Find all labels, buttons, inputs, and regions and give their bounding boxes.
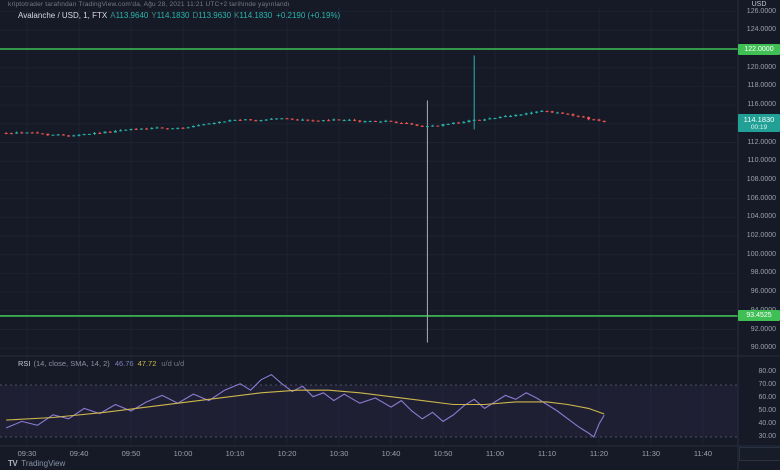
ohlc-value: 114.1830 bbox=[156, 11, 190, 20]
price-tick-label: 120.0000 bbox=[746, 63, 776, 71]
price-tick-label: 92.0000 bbox=[750, 325, 776, 333]
ohlc-value: 113.9630 bbox=[198, 11, 232, 20]
price-tick-label: 102.0000 bbox=[746, 232, 776, 239]
price-tick-label: 90.0000 bbox=[750, 344, 776, 352]
time-tick-label: 10:10 bbox=[225, 449, 245, 458]
ohlc-values: A113.9640 Y114.1830 D113.9630 K114.1830 bbox=[107, 11, 272, 20]
price-tick-label: 112.0000 bbox=[747, 138, 776, 146]
rsi-tick-label: 50.00 bbox=[758, 407, 776, 414]
symbol-title[interactable]: Avalanche / USD, 1, FTX bbox=[18, 11, 107, 20]
price-tick-label: 98.0000 bbox=[750, 269, 776, 277]
time-tick-label: 11:00 bbox=[485, 449, 505, 458]
price-tick-label: 100.0000 bbox=[746, 250, 776, 258]
change-value: +0.2190 (+0.19%) bbox=[276, 11, 341, 20]
publish-watermark: kriptotrader tarafından TradingView.com'… bbox=[8, 1, 290, 8]
rsi-band-values: u/d u/d bbox=[161, 359, 185, 368]
rsi-tick-label: 40.00 bbox=[758, 420, 776, 427]
price-tick-label: 116.0000 bbox=[747, 101, 776, 109]
price-tick-label: 96.0000 bbox=[750, 288, 776, 296]
time-tick-label: 10:40 bbox=[381, 449, 401, 458]
tradingview-logo-text: TradingView bbox=[21, 459, 66, 468]
price-tick-label: 110.0000 bbox=[747, 157, 776, 165]
price-tick-label: 106.0000 bbox=[746, 194, 776, 202]
price-tick-label: 124.0000 bbox=[746, 26, 776, 34]
rsi-band bbox=[0, 385, 738, 437]
last-price-tag: 114.1830 00:19 bbox=[738, 114, 780, 133]
alert-level-tag: 93.4525 bbox=[738, 310, 780, 322]
rsi-tick-label: 70.00 bbox=[758, 381, 776, 388]
axis-settings-box[interactable] bbox=[739, 447, 780, 461]
rsi-value: 46.76 bbox=[114, 359, 134, 368]
time-tick-label: 09:40 bbox=[69, 449, 89, 458]
time-tick-label: 10:20 bbox=[277, 449, 297, 458]
price-tick-label: 126.0000 bbox=[746, 7, 776, 15]
time-tick-label: 09:30 bbox=[17, 449, 37, 458]
last-price-value: 114.1830 bbox=[743, 115, 775, 125]
rsi-tick-label: 80.00 bbox=[758, 368, 776, 375]
tradingview-logo[interactable]: TV TradingView bbox=[8, 459, 65, 468]
alert-level-tag: 122.0000 bbox=[738, 43, 780, 55]
price-axis-unit[interactable]: USD bbox=[742, 1, 776, 8]
rsi-title[interactable]: RSI bbox=[18, 359, 31, 368]
rsi-ma-value: 47.72 bbox=[137, 359, 157, 368]
tradingview-chart-window: kriptotrader tarafından TradingView.com'… bbox=[0, 0, 780, 470]
rsi-tick-label: 60.00 bbox=[758, 394, 776, 401]
time-tick-label: 10:30 bbox=[329, 449, 349, 458]
ohlc-value: 113.9640 bbox=[115, 11, 149, 20]
time-tick-label: 10:50 bbox=[433, 449, 453, 458]
time-tick-label: 11:10 bbox=[537, 449, 557, 458]
bar-countdown: 00:19 bbox=[750, 124, 768, 132]
price-tick-label: 118.0000 bbox=[747, 82, 776, 90]
time-tick-label: 09:50 bbox=[121, 449, 141, 458]
time-tick-label: 11:20 bbox=[589, 449, 609, 458]
rsi-tick-label: 30.00 bbox=[758, 433, 776, 440]
price-chart-canvas[interactable] bbox=[0, 0, 780, 470]
time-tick-label: 11:30 bbox=[641, 449, 661, 458]
time-tick-label: 10:00 bbox=[173, 449, 193, 458]
rsi-legend[interactable]: RSI (14, close, SMA, 14, 2) 46.76 47.72 u/d … bbox=[18, 359, 184, 368]
price-tick-label: 108.0000 bbox=[746, 175, 776, 183]
rsi-params: (14, close, SMA, 14, 2) bbox=[33, 359, 110, 368]
symbol-legend[interactable]: Avalanche / USD, 1, FTX A113.9640 Y114.183… bbox=[18, 11, 340, 20]
tradingview-logo-icon: TV bbox=[8, 459, 18, 468]
ohlc-value: 114.1830 bbox=[239, 11, 273, 20]
price-tick-label: 104.0000 bbox=[746, 213, 776, 221]
time-tick-label: 11:40 bbox=[693, 449, 713, 458]
